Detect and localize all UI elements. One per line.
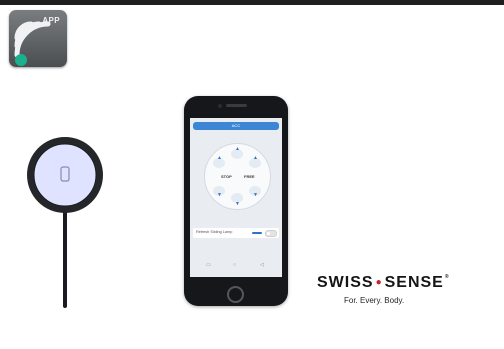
brand-dot-icon: ● (375, 277, 383, 288)
up-arrow-icon: ▲ (253, 155, 258, 161)
free-label[interactable]: FREE (244, 174, 255, 179)
down-arrow-icon: ▼ (217, 192, 222, 198)
brand-name-part2: SENSE (384, 274, 444, 291)
phone-screen: ACC ▲ ▲ ▲ ▼ ▼ ▼ STOP FREE Refresh Slidin… (190, 118, 282, 277)
menu-icon[interactable]: ▭ (206, 262, 211, 268)
up-arrow-icon: ▲ (235, 146, 240, 152)
app-header: ACC (193, 122, 279, 130)
smartphone: ACC ▲ ▲ ▲ ▼ ▼ ▼ STOP FREE Refresh Slidin… (184, 96, 288, 306)
control-dial[interactable]: ▲ ▲ ▲ ▼ ▼ ▼ STOP FREE (204, 143, 271, 210)
registered-mark: ® (444, 274, 450, 280)
bottom-nav: ▭ ○ ◁ (190, 262, 282, 272)
toggle-label: Refresh Sliding Lamp (196, 230, 233, 234)
brand-tagline: For. Every. Body. (344, 296, 405, 305)
physical-home-button[interactable] (227, 286, 244, 303)
back-icon[interactable]: ◁ (260, 262, 264, 268)
mini-slider[interactable] (252, 232, 262, 234)
phone-speaker (226, 104, 247, 107)
toggle-switch[interactable] (265, 230, 277, 237)
brand-logo: SWISS ● SENSE® For. Every. Body. (317, 274, 477, 306)
brand-name-part1: SWISS (317, 274, 374, 291)
home-icon[interactable]: ○ (233, 262, 236, 268)
brand-name: SWISS ● SENSE® (317, 274, 477, 292)
phone-camera (218, 104, 222, 108)
down-arrow-icon: ▼ (253, 192, 258, 198)
remote-control (27, 137, 103, 308)
stop-label[interactable]: STOP (221, 174, 232, 179)
down-arrow-icon: ▼ (235, 201, 240, 207)
up-arrow-icon: ▲ (217, 155, 222, 161)
toggle-row: Refresh Sliding Lamp (193, 228, 279, 238)
